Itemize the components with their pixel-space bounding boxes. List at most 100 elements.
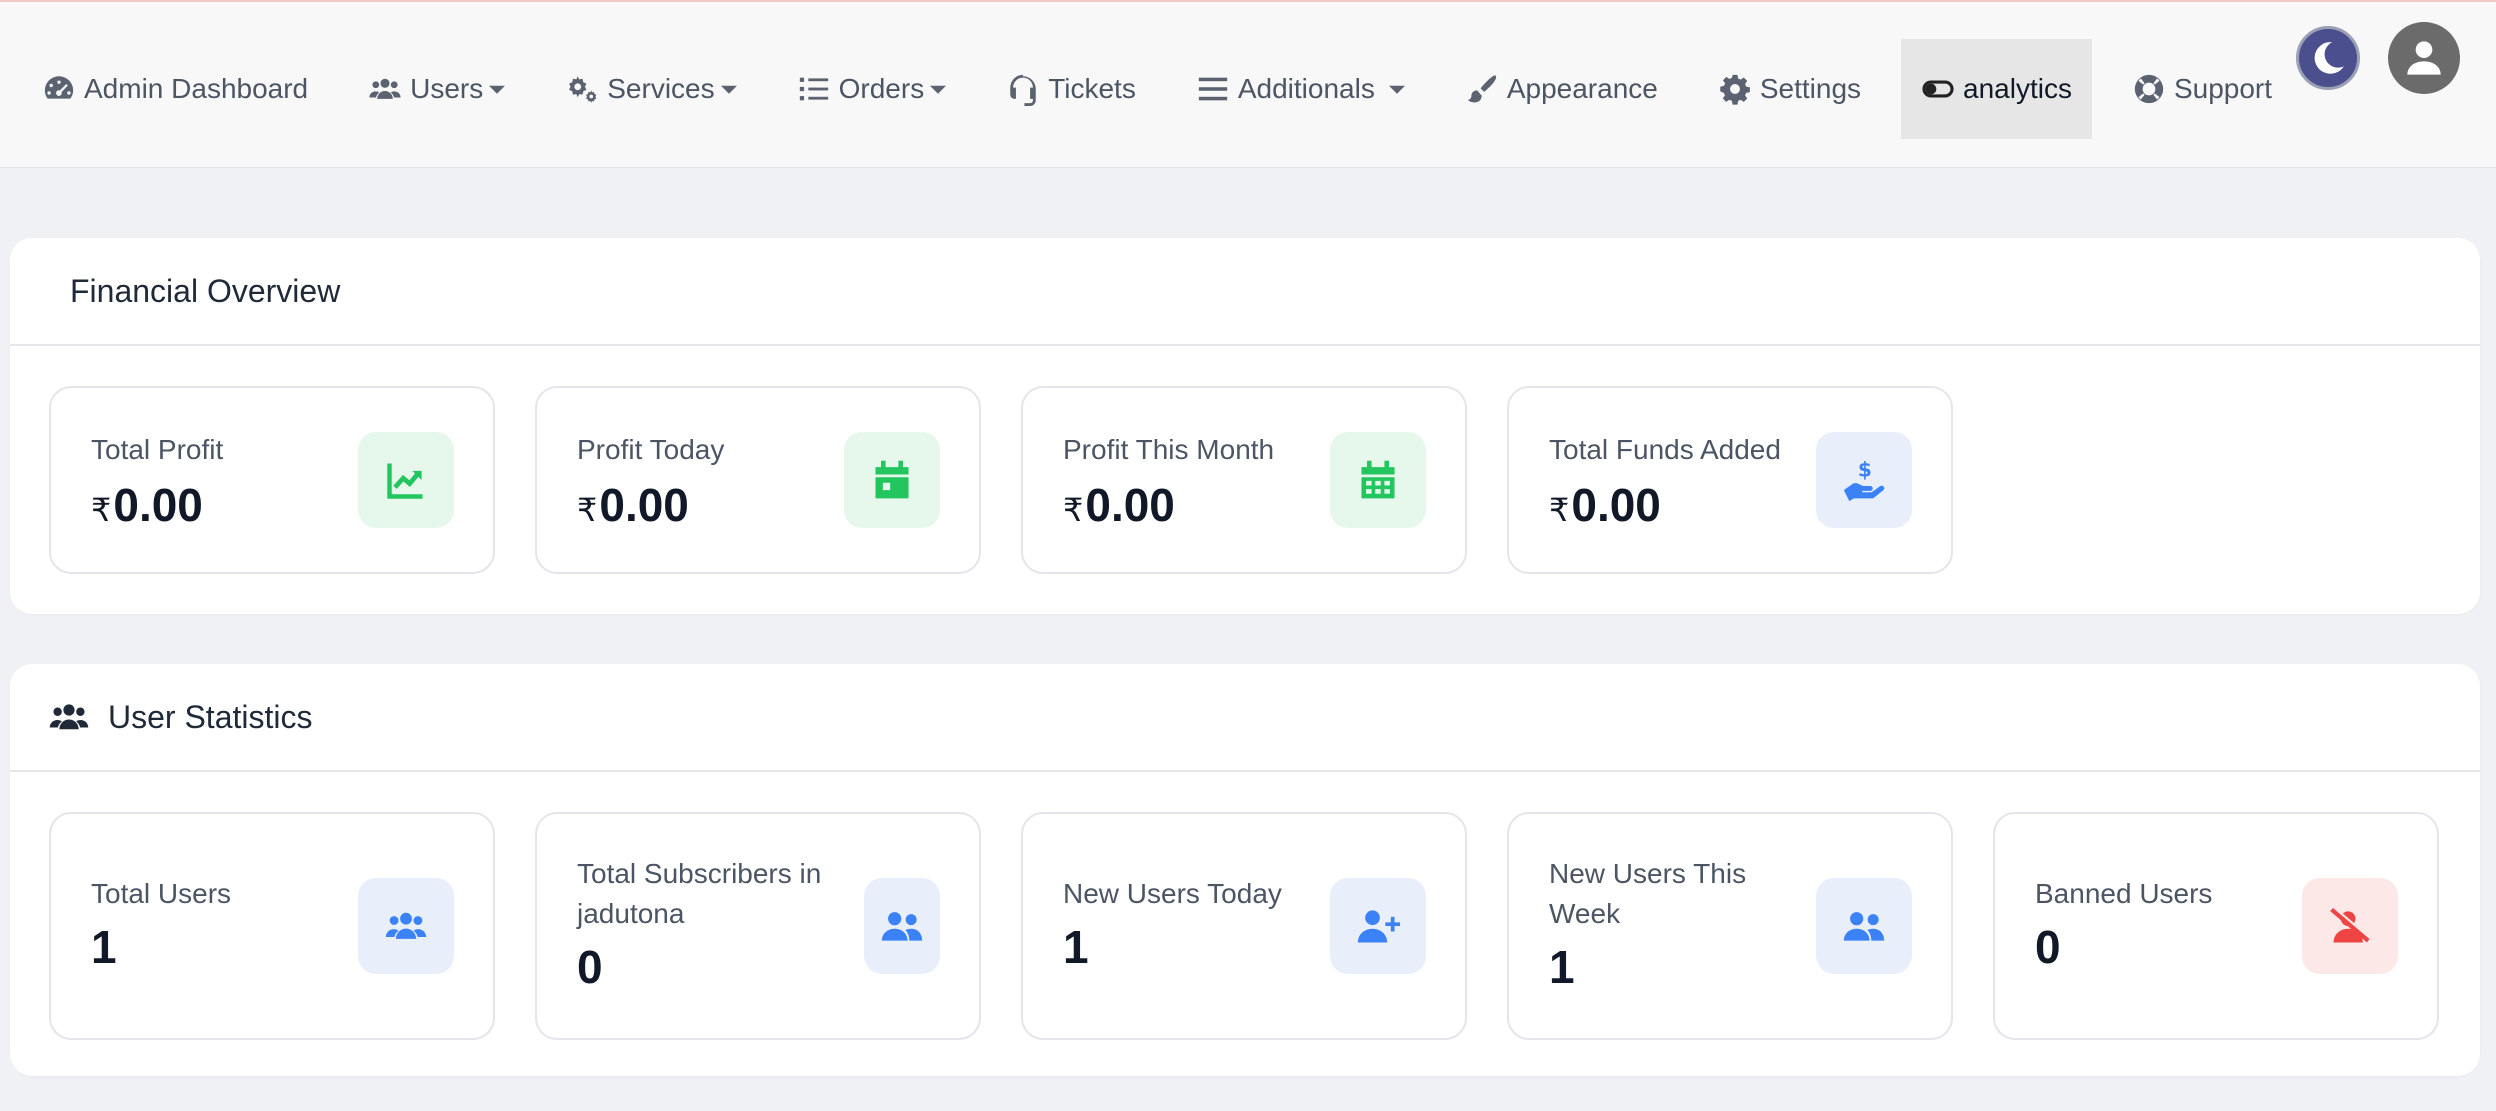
stat-card-new-users-this-week: New Users This Week 1 <box>1507 812 1953 1040</box>
financial-overview-panel: Financial Overview Total Profit ₹0.00 Pr… <box>10 238 2480 614</box>
card-label: Total Users <box>91 878 232 909</box>
caret-down-icon <box>930 85 947 94</box>
main-nav: Admin Dashboard Users Services Orders Ti… <box>22 38 2312 140</box>
currency-symbol: ₹ <box>91 492 112 528</box>
card-value: ₹0.00 <box>91 478 203 532</box>
nav-label: Users <box>410 73 484 104</box>
user-group-icon <box>881 912 923 941</box>
card-value: ₹0.00 <box>1063 478 1175 532</box>
hand-dollar-icon: $ <box>1843 458 1885 502</box>
currency-symbol: ₹ <box>1549 492 1570 528</box>
card-icon-box <box>358 878 454 974</box>
card-icon-box <box>864 878 940 974</box>
caret-down-icon <box>720 85 737 94</box>
card-label: Total Funds Added <box>1549 434 1781 465</box>
life-ring-icon <box>2134 74 2164 104</box>
nav-appearance[interactable]: Appearance <box>1445 39 1678 139</box>
list-icon <box>799 77 828 101</box>
stat-card-total-profit: Total Profit ₹0.00 <box>49 386 495 574</box>
currency-symbol: ₹ <box>577 492 598 528</box>
stat-card-profit-today: Profit Today ₹0.00 <box>535 386 981 574</box>
user-icon <box>2407 41 2441 75</box>
value-text: 0.00 <box>599 479 689 531</box>
user-plus-icon <box>1357 910 1400 943</box>
gear-icon <box>1720 74 1750 105</box>
nav-additionals[interactable]: Additionals <box>1176 39 1425 139</box>
stat-card-new-users-today: New Users Today 1 <box>1021 812 1467 1040</box>
card-icon-box <box>358 432 454 528</box>
nav-label: Additionals <box>1237 73 1375 104</box>
card-label: Profit Today <box>577 434 725 465</box>
nav-orders[interactable]: Orders <box>777 39 967 139</box>
card-value: ₹0.00 <box>577 478 689 532</box>
moon-icon <box>2314 42 2344 74</box>
nav-analytics[interactable]: analytics <box>1901 39 2092 139</box>
nav-label: Appearance <box>1506 73 1658 104</box>
nav-users[interactable]: Users <box>348 39 525 139</box>
nav-settings[interactable]: Settings <box>1698 39 1881 139</box>
card-label: Total Profit <box>91 434 224 465</box>
card-value: 0 <box>577 941 603 993</box>
nav-tickets[interactable]: Tickets <box>986 39 1156 139</box>
user-avatar-button[interactable] <box>2388 22 2460 94</box>
caret-down-icon <box>1388 85 1405 94</box>
panel-title: User Statistics <box>108 698 313 735</box>
card-label: Total Subscribers in jadutona <box>577 858 822 929</box>
user-statistics-panel: User Statistics Total Users 1 Total Subs… <box>10 664 2480 1076</box>
gauge-icon <box>44 76 74 99</box>
brush-icon <box>1467 75 1496 103</box>
user-group-icon <box>1843 912 1885 941</box>
card-value: 1 <box>91 921 117 973</box>
value-text: 0.00 <box>113 479 203 531</box>
card-icon-box <box>1330 878 1426 974</box>
card-value: ₹0.00 <box>1549 478 1661 532</box>
gears-icon <box>569 76 597 103</box>
calendar-icon <box>875 460 909 499</box>
nav-label: analytics <box>1963 73 2072 104</box>
card-icon-box <box>1816 878 1912 974</box>
calendar-grid-icon <box>1361 460 1395 499</box>
caret-down-icon <box>489 85 506 94</box>
nav-services[interactable]: Services <box>545 39 756 139</box>
card-icon-box <box>844 432 940 528</box>
bars-icon <box>1198 77 1228 101</box>
chart-line-icon <box>387 463 423 499</box>
users-icon <box>49 704 89 730</box>
value-text: 0.00 <box>1085 479 1175 531</box>
currency-symbol: ₹ <box>1063 492 1084 528</box>
nav-label: Orders <box>838 73 925 104</box>
financial-cards: Total Profit ₹0.00 Profit Today ₹0.00 Pr… <box>10 346 2480 614</box>
card-value: 0 <box>2035 921 2061 973</box>
stat-card-total-subscribers: Total Subscribers in jadutona 0 <box>535 812 981 1040</box>
stat-card-total-funds-added: Total Funds Added ₹0.00 $ <box>1507 386 1953 574</box>
nav-label: Support <box>2173 73 2273 104</box>
card-label: Profit This Month <box>1063 434 1275 465</box>
user-slash-icon <box>2330 906 2372 943</box>
headset-icon <box>1010 74 1036 106</box>
card-value: 1 <box>1063 921 1089 973</box>
nav-label: Admin Dashboard <box>84 73 309 104</box>
panel-title: Financial Overview <box>70 272 341 309</box>
card-label: New Users This Week <box>1549 858 1747 929</box>
user-statistics-header: User Statistics <box>10 664 2480 772</box>
card-icon-box <box>2302 878 2398 974</box>
top-navbar: Admin Dashboard Users Services Orders Ti… <box>0 0 2496 168</box>
card-icon-box <box>1330 432 1426 528</box>
stat-card-total-users: Total Users 1 <box>49 812 495 1040</box>
toggle-icon <box>1922 80 1954 98</box>
card-icon-box: $ <box>1816 432 1912 528</box>
nav-admin-dashboard[interactable]: Admin Dashboard <box>22 39 328 139</box>
svg-text:$: $ <box>1858 458 1872 481</box>
financial-overview-header: Financial Overview <box>10 238 2480 346</box>
user-cards: Total Users 1 Total Subscribers in jadut… <box>10 772 2480 1076</box>
card-label: New Users Today <box>1063 878 1282 909</box>
value-text: 0.00 <box>1571 479 1661 531</box>
nav-support[interactable]: Support <box>2112 39 2292 139</box>
stat-card-banned-users: Banned Users 0 <box>1993 812 2439 1040</box>
users-icon <box>369 78 401 99</box>
dark-mode-toggle[interactable] <box>2296 26 2360 90</box>
card-label: Banned Users <box>2035 878 2213 909</box>
nav-label: Tickets <box>1048 73 1136 104</box>
stat-card-profit-this-month: Profit This Month ₹0.00 <box>1021 386 1467 574</box>
nav-label: Services <box>607 73 715 104</box>
